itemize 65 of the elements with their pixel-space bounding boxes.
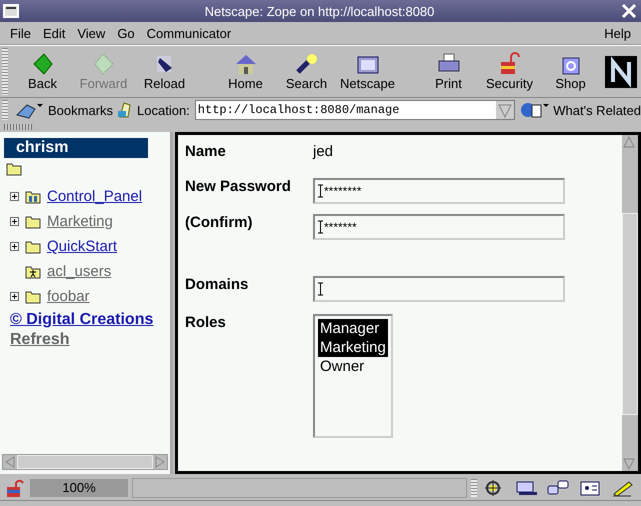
input-field[interactable]: ******** [313, 178, 565, 204]
folder-icon[interactable] [25, 290, 41, 304]
tree-link[interactable]: acl_users [47, 263, 112, 280]
globe-pages-icon[interactable] [520, 101, 550, 119]
field-label: Name [185, 143, 227, 160]
role-option[interactable]: Owner [318, 357, 388, 376]
text-cursor-icon [318, 184, 323, 198]
menu-item[interactable]: Go [111, 26, 141, 40]
search-icon [294, 52, 320, 76]
user-folder-icon[interactable] [25, 264, 41, 278]
text-cursor-icon [318, 282, 323, 296]
window-menu-icon[interactable] [3, 4, 19, 18]
text-cursor-icon [318, 220, 323, 234]
component-bar-grip[interactable] [471, 479, 477, 497]
field-label: (Confirm) [185, 214, 254, 231]
expand-icon[interactable] [10, 292, 19, 301]
bookmarks-label[interactable]: Bookmarks [48, 102, 114, 118]
field-label: Roles [185, 314, 227, 331]
window-title: Netscape: Zope on http://localhost:8080 [204, 4, 436, 18]
input-field[interactable]: ******* [313, 214, 565, 240]
roles-list[interactable]: Manager Marketing Owner [313, 314, 393, 438]
tree-link[interactable]: foobar [47, 288, 90, 305]
folder-icon[interactable] [6, 162, 22, 176]
expand-icon[interactable] [10, 217, 19, 226]
sidebar-link[interactable]: © Digital Creations [10, 311, 160, 329]
toolbar-button[interactable]: Print [418, 50, 479, 93]
field-label: Domains [185, 276, 250, 293]
expand-icon[interactable] [10, 242, 19, 251]
menu-item[interactable]: File [4, 26, 37, 40]
tree-link[interactable]: Control_Panel [47, 188, 142, 205]
toolbar-button[interactable]: Netscape [337, 50, 398, 93]
location-field[interactable]: http://localhost:8080/manage [194, 100, 516, 120]
tree-link[interactable]: QuickStart [47, 238, 118, 255]
toolbar-grip[interactable] [2, 48, 8, 95]
toolbar-button[interactable]: Reload [134, 50, 195, 93]
field-label: New Password [185, 178, 292, 195]
padlock-icon[interactable] [4, 478, 26, 498]
whats-related-button[interactable]: What's Related [553, 102, 641, 118]
toolbar-button[interactable]: Search [276, 50, 337, 93]
close-icon[interactable] [620, 3, 638, 19]
folder-icon[interactable] [25, 240, 41, 254]
menu-item[interactable]: Communicator [140, 26, 238, 40]
progress-readout: 100% [30, 479, 128, 497]
role-option[interactable]: Manager [318, 319, 388, 338]
logo-icon [605, 56, 637, 88]
user-heading: chrism [4, 138, 148, 158]
role-option[interactable]: Marketing [318, 338, 388, 357]
tree-link[interactable]: Marketing [47, 213, 113, 230]
toolbar-button[interactable]: Back [12, 50, 73, 93]
folder-icon[interactable] [25, 214, 41, 228]
menu-item[interactable]: Help [598, 26, 637, 40]
menu-item[interactable]: View [71, 26, 112, 40]
toolbar-button[interactable]: Shop [540, 50, 601, 93]
location-label: Location: [137, 102, 190, 118]
menu-item[interactable]: Edit [36, 26, 72, 40]
sidebar-link[interactable]: Refresh [10, 331, 160, 349]
toolbar-grip[interactable] [2, 100, 8, 120]
collapse-handle[interactable] [4, 124, 32, 130]
bookmark-book-icon[interactable] [15, 101, 45, 119]
toolbar-button[interactable]: Home [215, 50, 276, 93]
control-panel-folder-icon[interactable] [25, 190, 41, 204]
input-field[interactable] [313, 276, 565, 302]
expand-icon[interactable] [10, 192, 19, 201]
toolbar-button[interactable]: Security [479, 50, 540, 93]
user-name: jed [313, 143, 334, 160]
